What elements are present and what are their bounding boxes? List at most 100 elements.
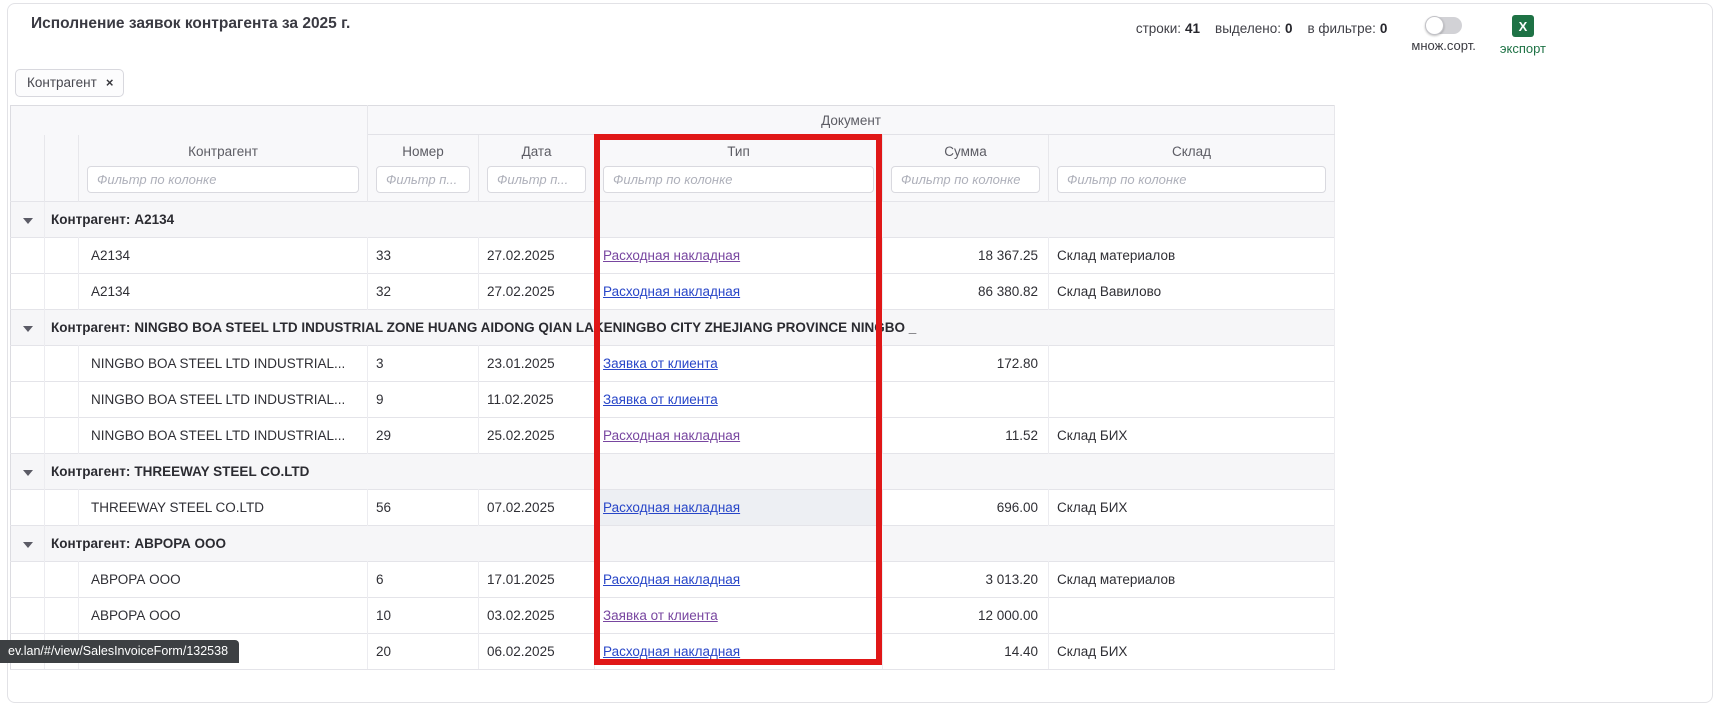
multisort-toggle[interactable] xyxy=(1426,17,1462,34)
group-label: Контрагент: xyxy=(51,464,130,479)
cell-date: 23.01.2025 xyxy=(479,346,595,382)
cell-warehouse: Склад БИХ xyxy=(1049,634,1335,670)
document-link[interactable]: Расходная накладная xyxy=(603,572,740,587)
export-label: экспорт xyxy=(1500,41,1546,56)
table-row: А2134 32 27.02.2025 Расходная накладная … xyxy=(11,274,1335,310)
filter-empty-cell xyxy=(11,166,45,202)
cell-date: 06.02.2025 xyxy=(479,634,595,670)
data-table: Документ Контрагент Номер Дата Тип Сумма… xyxy=(10,105,1335,670)
cell-warehouse: Склад БИХ xyxy=(1049,490,1335,526)
document-link[interactable]: Расходная накладная xyxy=(603,644,740,659)
stat-selected-value: 0 xyxy=(1285,21,1293,36)
cell-number: 6 xyxy=(368,562,479,598)
cell-date: 03.02.2025 xyxy=(479,598,595,634)
cell-contragent: NINGBO BOA STEEL LTD INDUSTRIAL... xyxy=(79,418,368,454)
cell-warehouse: Склад материалов xyxy=(1049,238,1335,274)
stat-in-filter-label: в фильтре: xyxy=(1307,21,1375,36)
stat-rows-label: строки: xyxy=(1136,21,1181,36)
group-value: THREEWAY STEEL CO.LTD xyxy=(134,464,309,479)
filter-input-sum[interactable] xyxy=(891,166,1040,193)
column-header-type[interactable]: Тип xyxy=(595,135,883,166)
cell-number: 3 xyxy=(368,346,479,382)
cell-contragent: АВРОРА ООО xyxy=(79,598,368,634)
filter-input-warehouse[interactable] xyxy=(1057,166,1326,193)
cell-number: 56 xyxy=(368,490,479,526)
cell-sum: 14.40 xyxy=(883,634,1049,670)
cell-sum: 172.80 xyxy=(883,346,1049,382)
filter-input-date[interactable] xyxy=(487,166,586,193)
table-row: АВРОРА ООО 6 17.01.2025 Расходная наклад… xyxy=(11,562,1335,598)
toggle-knob-icon xyxy=(1425,16,1444,35)
document-link[interactable]: Заявка от клиента xyxy=(603,608,718,623)
group-value: А2134 xyxy=(134,212,174,227)
cell-contragent: NINGBO BOA STEEL LTD INDUSTRIAL... xyxy=(79,382,368,418)
toolbar: Исполнение заявок контрагента за 2025 г.… xyxy=(8,4,1712,56)
table-row: NINGBO BOA STEEL LTD INDUSTRIAL... 3 23.… xyxy=(11,346,1335,382)
filter-input-contragent[interactable] xyxy=(87,166,359,193)
cell-contragent: А2134 xyxy=(79,238,368,274)
document-link[interactable]: Расходная накладная xyxy=(603,284,740,299)
data-table-wrapper: Документ Контрагент Номер Дата Тип Сумма… xyxy=(10,105,1334,670)
cell-warehouse: Склад БИХ xyxy=(1049,418,1335,454)
cell-number: 32 xyxy=(368,274,479,310)
group-row: Контрагент: THREEWAY STEEL CO.LTD xyxy=(11,454,1335,490)
table-row: А2134 33 27.02.2025 Расходная накладная … xyxy=(11,238,1335,274)
cell-number: 33 xyxy=(368,238,479,274)
select-column-header xyxy=(45,135,79,166)
collapse-group-icon[interactable] xyxy=(23,470,33,476)
multisort-label: множ.сорт. xyxy=(1411,38,1475,53)
table-row: NINGBO BOA STEEL LTD INDUSTRIAL... 9 11.… xyxy=(11,382,1335,418)
stat-in-filter-value: 0 xyxy=(1380,21,1388,36)
cell-date: 27.02.2025 xyxy=(479,274,595,310)
filter-row xyxy=(11,166,1335,202)
cell-contragent: АВРОРА ООО xyxy=(79,562,368,598)
cell-contragent: THREEWAY STEEL CO.LTD xyxy=(79,490,368,526)
status-bar-url-tooltip: ev.lan/#/view/SalesInvoiceForm/132538 xyxy=(0,640,239,663)
table-stats: строки:41 выделено:0 в фильтре: 0 xyxy=(1136,21,1388,36)
group-value: NINGBO BOA STEEL LTD INDUSTRIAL ZONE HUA… xyxy=(134,320,916,335)
cell-warehouse: Склад Вавилово xyxy=(1049,274,1335,310)
cell-warehouse: Склад материалов xyxy=(1049,562,1335,598)
collapse-group-icon[interactable] xyxy=(23,326,33,332)
cell-contragent: А2134 xyxy=(79,274,368,310)
stat-rows: строки:41 xyxy=(1136,21,1200,36)
filter-input-number[interactable] xyxy=(376,166,470,193)
document-link[interactable]: Заявка от клиента xyxy=(603,392,718,407)
document-link[interactable]: Расходная накладная xyxy=(603,500,740,515)
column-group-document: Документ xyxy=(368,106,1335,135)
column-header-warehouse[interactable]: Склад xyxy=(1049,135,1335,166)
table-row: АВРОРА ООО 10 03.02.2025 Заявка от клиен… xyxy=(11,598,1335,634)
cell-sum xyxy=(883,382,1049,418)
filter-chip-contragent[interactable]: Контрагент × xyxy=(15,69,124,97)
header-empty-cell xyxy=(11,106,368,135)
chip-close-icon[interactable]: × xyxy=(106,76,114,89)
stat-in-filter: в фильтре: 0 xyxy=(1307,21,1387,36)
stat-selected: выделено:0 xyxy=(1215,21,1292,36)
group-label: Контрагент: xyxy=(51,212,130,227)
column-header-date[interactable]: Дата xyxy=(479,135,595,166)
collapse-group-icon[interactable] xyxy=(23,218,33,224)
document-link[interactable]: Расходная накладная xyxy=(603,428,740,443)
cell-warehouse xyxy=(1049,598,1335,634)
column-header-sum[interactable]: Сумма xyxy=(883,135,1049,166)
document-link[interactable]: Заявка от клиента xyxy=(603,356,718,371)
group-value: АВРОРА ООО xyxy=(134,536,226,551)
group-label: Контрагент: xyxy=(51,320,130,335)
cell-number: 29 xyxy=(368,418,479,454)
collapse-group-icon[interactable] xyxy=(23,542,33,548)
excel-export-icon[interactable]: X xyxy=(1512,15,1534,37)
cell-date: 07.02.2025 xyxy=(479,490,595,526)
cell-sum: 3 013.20 xyxy=(883,562,1049,598)
filter-input-type[interactable] xyxy=(603,166,874,193)
cell-sum: 86 380.82 xyxy=(883,274,1049,310)
cell-date: 27.02.2025 xyxy=(479,238,595,274)
document-link[interactable]: Расходная накладная xyxy=(603,248,740,263)
group-row: Контрагент: NINGBO BOA STEEL LTD INDUSTRI… xyxy=(11,310,1335,346)
group-row: Контрагент:АВРОРА ООО xyxy=(11,526,1335,562)
column-header-contragent[interactable]: Контрагент xyxy=(79,135,368,166)
cell-date: 11.02.2025 xyxy=(479,382,595,418)
filter-empty-cell xyxy=(45,166,79,202)
column-header-number[interactable]: Номер xyxy=(368,135,479,166)
cell-warehouse xyxy=(1049,346,1335,382)
cell-contragent: NINGBO BOA STEEL LTD INDUSTRIAL... xyxy=(79,346,368,382)
